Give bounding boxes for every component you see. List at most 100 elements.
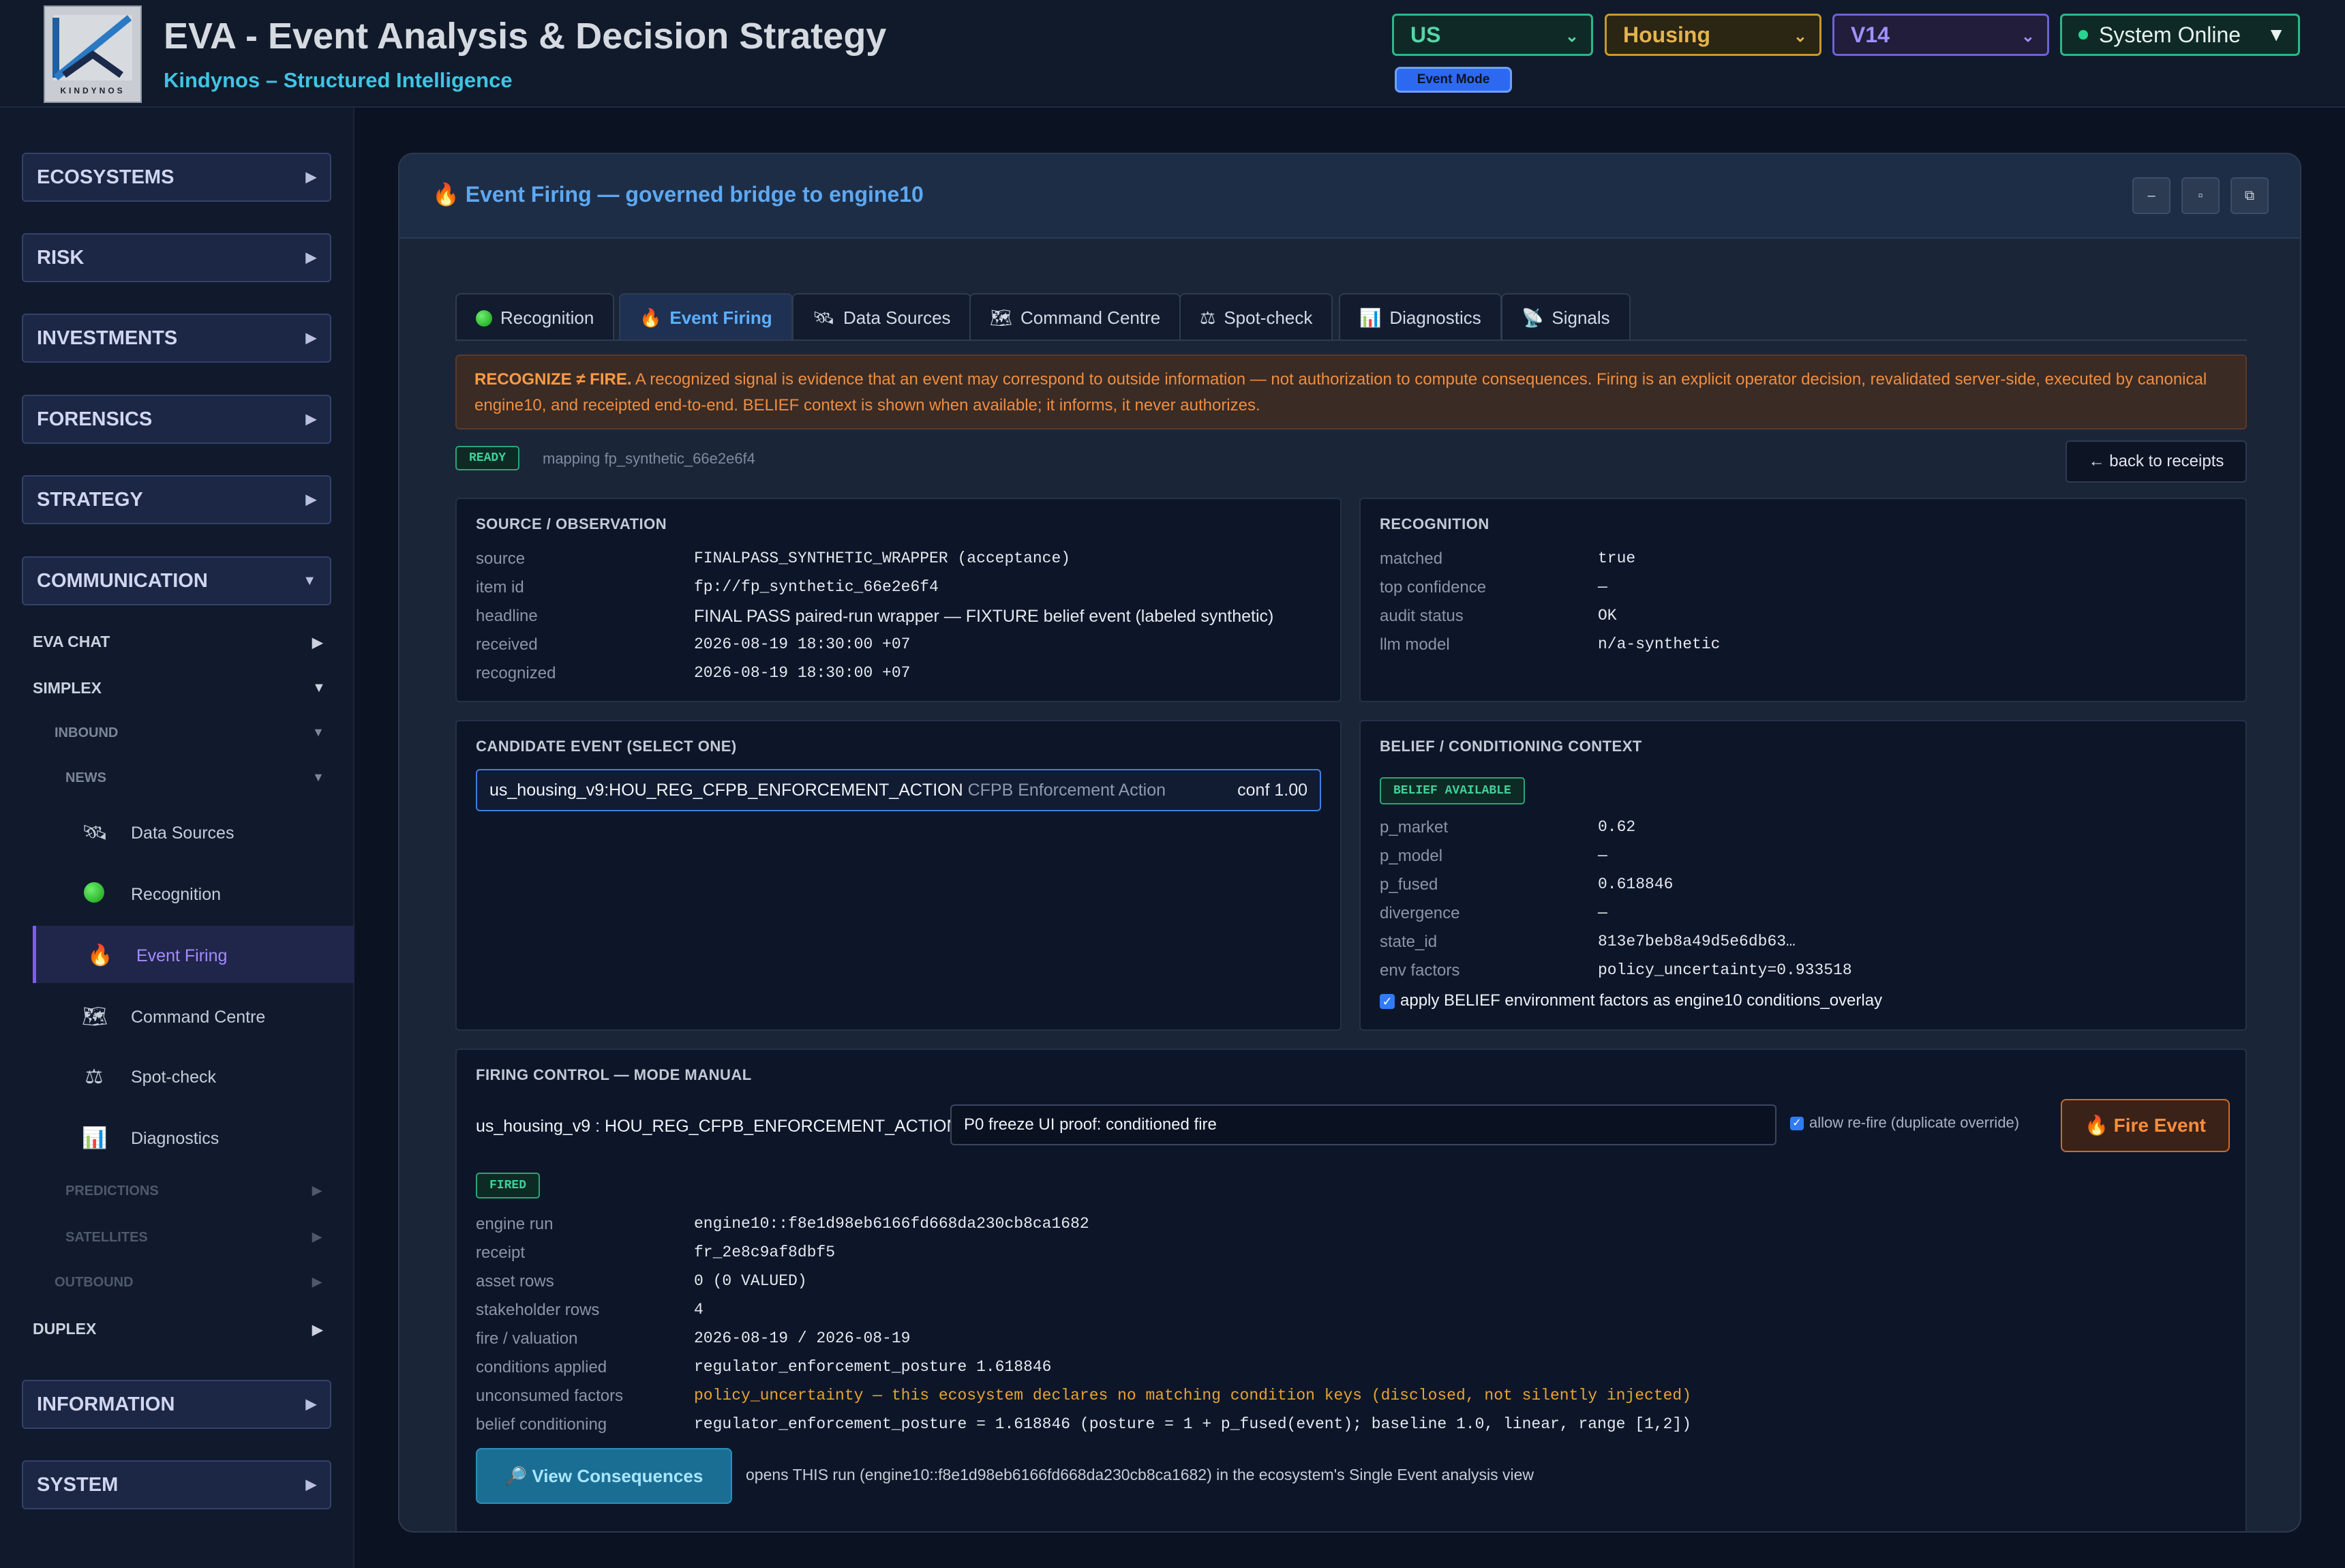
tab-label: Data Sources: [843, 307, 951, 328]
kv-value: OK: [1598, 607, 1617, 624]
sidebar-item-satellites[interactable]: SATELLITES ▶: [65, 1230, 326, 1246]
kv-label: item id: [476, 578, 524, 597]
tab-command-centre[interactable]: 🗺 Command Centre: [969, 293, 1181, 341]
kv-label: env factors: [1380, 961, 1460, 980]
panel-title-text: Event Firing — governed bridge to engine…: [465, 182, 924, 207]
status-dot-icon: [2078, 30, 2088, 40]
sidebar-item-news[interactable]: NEWS ▼: [65, 770, 326, 786]
caret-right-icon: ▶: [312, 1183, 322, 1197]
sidebar-section-ecosystems[interactable]: ECOSYSTEMS ▶: [22, 153, 331, 202]
candidate-code: us_housing_v9:HOU_REG_CFPB_ENFORCEMENT_A…: [489, 781, 963, 800]
view-consequences-button[interactable]: 🔎 View Consequences: [476, 1448, 732, 1504]
kv-value: FINAL PASS paired-run wrapper — FIXTURE …: [694, 607, 1274, 626]
allow-refire-option[interactable]: ✓ allow re-fire (duplicate override): [1790, 1114, 2019, 1132]
sidebar-item-label: EVA CHAT: [33, 633, 110, 650]
tab-label: Command Centre: [1020, 307, 1161, 328]
caret-right-icon: ▶: [305, 492, 316, 507]
sidebar-item-label: Spot-check: [131, 1068, 217, 1087]
tab-recognition[interactable]: Recognition: [455, 293, 615, 341]
kv-label: recognized: [476, 664, 556, 682]
scales-icon: ⚖: [85, 1066, 104, 1088]
fire-icon: 🔥: [2084, 1115, 2108, 1136]
kv-value: fp://fp_synthetic_66e2e6f4: [694, 578, 939, 596]
checkbox-checked-icon[interactable]: ✓: [1380, 993, 1395, 1009]
sidebar-item-outbound[interactable]: OUTBOUND ▶: [55, 1275, 326, 1291]
kv-label: p_model: [1380, 847, 1443, 865]
version-select[interactable]: V14 ⌄: [1832, 14, 2049, 56]
kv-value: n/a-synthetic: [1598, 635, 1721, 653]
source-observation-card: SOURCE / OBSERVATION source FINALPASS_SY…: [455, 498, 1342, 702]
kv-value: —: [1598, 847, 1607, 864]
sidebar-section-information[interactable]: INFORMATION ▶: [22, 1380, 331, 1429]
caret-down-icon: ▼: [303, 573, 316, 588]
minimize-button[interactable]: –: [2132, 177, 2170, 214]
kv-value: 0 (0 VALUED): [694, 1272, 807, 1290]
fire-event-button[interactable]: 🔥 Fire Event: [2061, 1099, 2230, 1152]
kv-value: regulator_enforcement_posture = 1.618846…: [694, 1415, 1692, 1433]
sidebar-item-predictions[interactable]: PREDICTIONS ▶: [65, 1183, 326, 1199]
kv-value: —: [1598, 904, 1607, 922]
event-mode-badge[interactable]: Event Mode: [1395, 67, 1512, 93]
tab-signals[interactable]: 📡 Signals: [1501, 293, 1631, 341]
kv-value: policy_uncertainty=0.933518: [1598, 961, 1852, 979]
sidebar-item-diagnostics[interactable]: 📊 Diagnostics: [33, 1109, 354, 1166]
tab-event-firing[interactable]: 🔥 Event Firing: [619, 293, 793, 341]
system-status-select[interactable]: System Online ▼: [2060, 14, 2300, 56]
candidate-event-card: CANDIDATE EVENT (SELECT ONE) us_housing_…: [455, 720, 1342, 1031]
system-status-text: System Online: [2099, 22, 2241, 47]
top-bar: KINDYNOS EVA - Event Analysis & Decision…: [0, 0, 2345, 108]
sidebar-item-command-centre[interactable]: 🗺 Command Centre: [33, 987, 354, 1044]
belief-available-badge: BELIEF AVAILABLE: [1380, 777, 1525, 804]
sidebar-section-investments[interactable]: INVESTMENTS ▶: [22, 314, 331, 363]
recognize-not-fire-notice: RECOGNIZE ≠ FIRE. A recognized signal is…: [455, 355, 2247, 429]
kv-label: headline: [476, 607, 538, 625]
kv-value: engine10::f8e1d98eb6166fd668da230cb8ca16…: [694, 1215, 1089, 1233]
sidebar-item-event-firing[interactable]: 🔥 Event Firing: [33, 926, 354, 983]
sidebar-item-data-sources[interactable]: 🛰 Data Sources: [33, 803, 354, 860]
maximize-button[interactable]: ▫: [2181, 177, 2220, 214]
sidebar-item-eva-chat[interactable]: EVA CHAT ▶: [33, 633, 326, 651]
sidebar-section-forensics[interactable]: FORENSICS ▶: [22, 395, 331, 444]
version-select-value: V14: [1851, 22, 1890, 47]
kv-label: conditions applied: [476, 1358, 607, 1376]
back-to-receipts-button[interactable]: ← back to receipts: [2066, 440, 2247, 483]
kv-label: p_fused: [1380, 875, 1438, 894]
button-label: View Consequences: [532, 1466, 704, 1486]
sidebar-item-inbound[interactable]: INBOUND ▼: [55, 725, 326, 741]
kv-label: engine run: [476, 1215, 554, 1233]
sidebar-item-recognition[interactable]: Recognition: [33, 864, 354, 922]
checkbox-checked-icon[interactable]: ✓: [1790, 1117, 1804, 1131]
tab-diagnostics[interactable]: 📊 Diagnostics: [1339, 293, 1502, 341]
sidebar-item-label: Recognition: [131, 885, 222, 904]
sidebar-section-risk[interactable]: RISK ▶: [22, 233, 331, 282]
caret-right-icon: ▶: [312, 1275, 322, 1288]
kv-value: FINALPASS_SYNTHETIC_WRAPPER (acceptance): [694, 549, 1071, 567]
sidebar-section-label: INVESTMENTS: [37, 327, 178, 349]
sector-select[interactable]: Housing ⌄: [1605, 14, 1821, 56]
sidebar-item-label: SIMPLEX: [33, 679, 102, 697]
tab-label: Diagnostics: [1389, 307, 1481, 328]
sidebar-section-system[interactable]: SYSTEM ▶: [22, 1460, 331, 1509]
sidebar-item-duplex[interactable]: DUPLEX ▶: [33, 1320, 326, 1338]
candidate-event-option[interactable]: us_housing_v9:HOU_REG_CFPB_ENFORCEMENT_A…: [476, 769, 1321, 811]
sidebar-section-strategy[interactable]: STRATEGY ▶: [22, 475, 331, 524]
view-consequences-note: opens THIS run (engine10::f8e1d98eb6166f…: [746, 1466, 1534, 1483]
apply-belief-factors-option[interactable]: ✓ apply BELIEF environment factors as eng…: [1380, 991, 1882, 1010]
sidebar-section-communication[interactable]: COMMUNICATION ▼: [22, 556, 331, 605]
green-circle-icon: [476, 310, 492, 327]
tab-data-sources[interactable]: 🛰 Data Sources: [792, 293, 971, 341]
notice-text: A recognized signal is evidence that an …: [474, 370, 2207, 414]
popout-button[interactable]: ⧉: [2230, 177, 2269, 214]
kv-label: source: [476, 549, 526, 568]
region-select[interactable]: US ⌄: [1392, 14, 1593, 56]
kv-label: unconsumed factors: [476, 1387, 624, 1405]
firing-reason-input[interactable]: P0 freeze UI proof: conditioned fire: [950, 1104, 1776, 1145]
map-icon: 🗺: [82, 1006, 108, 1028]
tab-spot-check[interactable]: ⚖ Spot-check: [1179, 293, 1333, 341]
caret-down-icon: ▼: [312, 680, 326, 695]
sidebar-item-simplex[interactable]: SIMPLEX ▼: [33, 679, 326, 697]
sidebar-section-label: RISK: [37, 247, 85, 269]
candidate-name: CFPB Enforcement Action: [963, 781, 1166, 800]
sidebar-item-spot-check[interactable]: ⚖ Spot-check: [33, 1047, 354, 1104]
fire-icon: 🔥: [639, 307, 662, 328]
